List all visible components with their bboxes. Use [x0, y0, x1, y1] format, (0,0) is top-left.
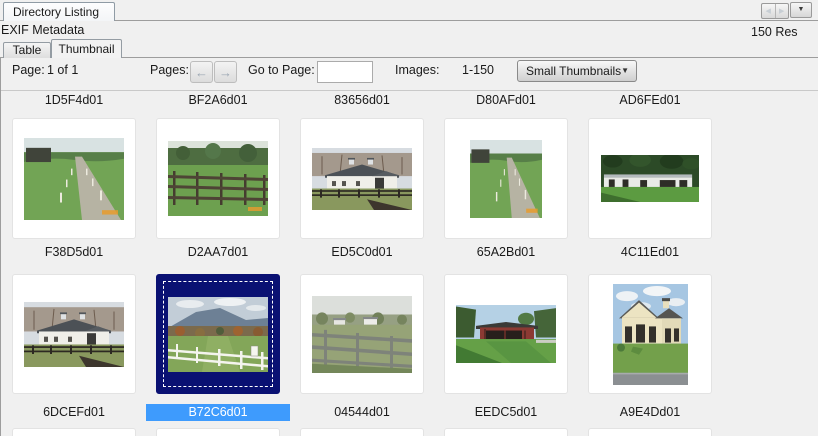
right-arrow-icon: ▶ [779, 7, 785, 15]
tab-scroll-right-button[interactable]: ▶ [776, 4, 789, 18]
toolbar-divider [1, 90, 818, 91]
thumbnail-label[interactable]: BF2A6d01 [146, 92, 290, 109]
thumbnail-size-value: Small Thumbnails [526, 64, 622, 78]
page-label: Page: [12, 63, 45, 77]
thumbnail-photo [312, 295, 412, 373]
page-value: 1 of 1 [47, 63, 79, 77]
thumbnail-card[interactable] [444, 274, 568, 394]
thumbnail-size-dropdown[interactable]: Small Thumbnails ▼ [517, 60, 637, 82]
thumbnail-card[interactable] [156, 428, 280, 436]
thumbnail-label[interactable]: AD6FEd01 [578, 92, 722, 109]
thumbnail-label[interactable]: 65A2Bd01 [434, 244, 578, 261]
thumbnail-label[interactable]: F38D5d01 [2, 244, 146, 261]
tab-directory-listing-label: Directory Listing [13, 5, 100, 19]
thumbnail-label[interactable]: ED5C0d01 [290, 244, 434, 261]
goto-page-input[interactable] [317, 61, 373, 83]
thumbnail-label[interactable]: 4C11Ed01 [578, 244, 722, 261]
thumbnail-label[interactable]: D2AA7d01 [146, 244, 290, 261]
goto-page-label: Go to Page: [248, 63, 315, 77]
thumbnail-photo [24, 301, 124, 367]
images-range: 1-150 [462, 63, 494, 77]
thumbnail-label-selected[interactable]: B72C6d01 [146, 404, 290, 421]
thumbnail-card[interactable] [12, 274, 136, 394]
thumbnail-card[interactable] [12, 118, 136, 239]
next-page-button[interactable]: → [214, 61, 237, 83]
thumbnail-photo [601, 153, 700, 202]
left-arrow-icon: ◀ [765, 7, 771, 15]
thumbnail-card[interactable] [300, 428, 424, 436]
tab-table[interactable]: Table [3, 42, 51, 58]
left-arrow-icon: ← [195, 64, 208, 80]
thumbnail-label[interactable]: EEDC5d01 [434, 404, 578, 421]
thumbnail-photo [612, 283, 688, 385]
thumbnail-photo [168, 296, 268, 372]
right-arrow-icon: → [219, 64, 232, 80]
pages-label: Pages: [150, 63, 189, 77]
tab-directory-listing[interactable]: Directory Listing [3, 2, 115, 21]
thumbnail-card[interactable] [12, 428, 136, 436]
tab-list-dropdown-button[interactable]: ▼ [790, 2, 812, 18]
thumbnail-photo [470, 139, 542, 218]
chevron-down-icon: ▼ [621, 66, 629, 75]
tab-thumbnail[interactable]: Thumbnail [51, 39, 122, 58]
thumbnail-photo [456, 305, 556, 363]
tab-scroll-left-button[interactable]: ◀ [762, 4, 776, 18]
images-label: Images: [395, 63, 440, 77]
thumbnail-card[interactable] [588, 428, 712, 436]
thumbnail-card[interactable] [444, 118, 568, 239]
thumbnail-photo [312, 147, 412, 210]
thumbnail-card[interactable] [300, 274, 424, 394]
thumbnail-photo [24, 137, 124, 220]
exif-metadata-label: EXIF Metadata [1, 23, 85, 37]
thumbnail-label[interactable]: D80AFd01 [434, 92, 578, 109]
thumbnail-photo [168, 141, 268, 216]
tab-scroll-buttons: ◀ ▶ [761, 3, 789, 19]
prev-page-button[interactable]: ← [190, 61, 213, 83]
thumbnail-card-selected[interactable] [156, 274, 280, 394]
app-window: Directory Listing ◀ ▶ ▼ EXIF Metadata 15… [0, 0, 818, 436]
thumbnail-label[interactable]: 83656d01 [290, 92, 434, 109]
thumbnail-label[interactable]: A9E4Dd01 [578, 404, 722, 421]
thumbnail-label[interactable]: 1D5F4d01 [2, 92, 146, 109]
tab-strip-divider [0, 20, 818, 21]
thumbnail-card[interactable] [588, 118, 712, 239]
thumbnail-card[interactable] [588, 274, 712, 394]
thumbnail-card[interactable] [156, 118, 280, 239]
thumbnail-label[interactable]: 04544d01 [290, 404, 434, 421]
chevron-down-icon: ▼ [797, 6, 805, 13]
results-count: 150 Res [751, 25, 798, 39]
thumbnail-card[interactable] [300, 118, 424, 239]
thumbnail-label[interactable]: 6DCEFd01 [2, 404, 146, 421]
thumbnail-card[interactable] [444, 428, 568, 436]
